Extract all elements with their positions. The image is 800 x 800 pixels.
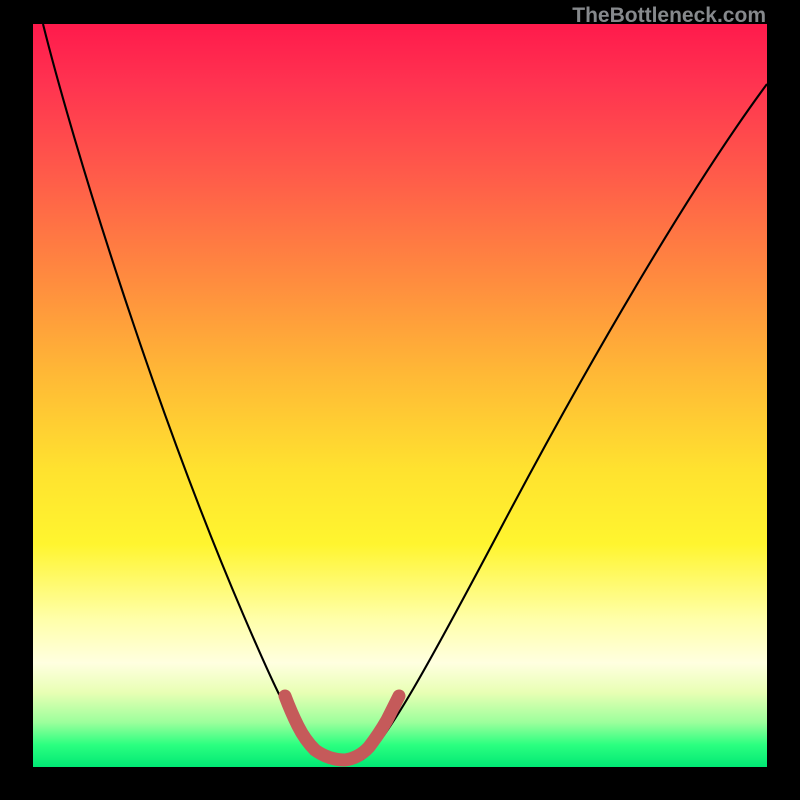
curve-layer (33, 24, 767, 767)
watermark-text: TheBottleneck.com (572, 4, 766, 28)
chart-frame: TheBottleneck.com (0, 0, 800, 800)
low-bottleneck-highlight (285, 696, 399, 760)
bottleneck-curve (43, 24, 767, 763)
